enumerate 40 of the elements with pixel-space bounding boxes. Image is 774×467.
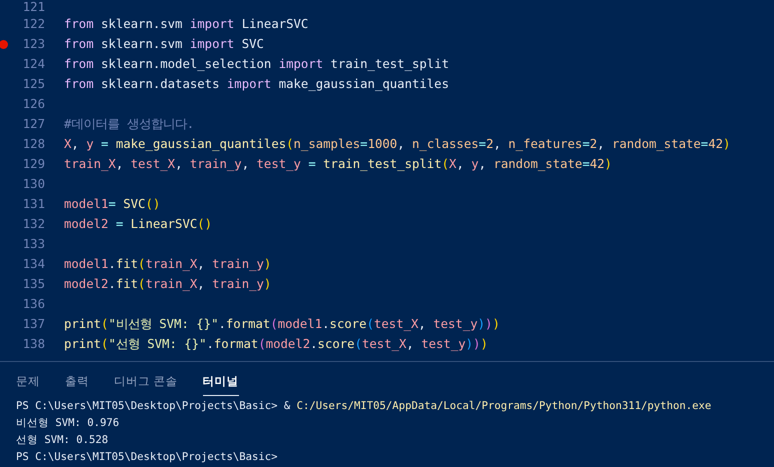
- line-number: 121: [22, 0, 46, 14]
- line-number: 137: [22, 317, 46, 331]
- code-line: #데이터를 생성합니다.: [63, 116, 194, 132]
- line-number: 125: [22, 77, 46, 91]
- line-number: 128: [22, 137, 46, 151]
- code-line: model1= SVC(): [63, 197, 160, 211]
- code-line: from sklearn.datasets import make_gaussian_quantiles: [63, 77, 449, 91]
- code-line: model1.fit(train_X, train_y): [63, 257, 272, 271]
- line-number: 135: [22, 277, 46, 291]
- code-line: train_X, test_X, train_y, test_y = train_test_split(X, y, random_state=42): [63, 157, 612, 171]
- panel-tab[interactable]: 문제: [16, 365, 40, 396]
- terminal-line: 선형 SVM: 0.528: [16, 434, 108, 446]
- terminal-line: PS C:\Users\MIT05\Desktop\Projects\Basic>: [16, 451, 278, 463]
- code-line: print("선형 SVM: {}".format(model2.score(test_X, test_y))): [63, 336, 488, 352]
- line-number: 126: [22, 97, 46, 111]
- code-line: print("비선형 SVM: {}".format(model1.score(test_X, test_y))): [63, 316, 500, 332]
- code-line: model2 = LinearSVC(): [63, 217, 212, 231]
- line-number: 123: [22, 37, 46, 51]
- line-number: 130: [22, 177, 46, 191]
- line-number: 122: [22, 17, 46, 31]
- panel-tab[interactable]: 터미널: [202, 365, 239, 396]
- terminal-line: 비선형 SVM: 0.976: [16, 417, 120, 429]
- line-number: 124: [22, 57, 46, 71]
- line-number: 127: [22, 117, 46, 131]
- panel-tab[interactable]: 디버그 콘솔: [114, 365, 178, 396]
- code-line: from sklearn.svm import SVC: [63, 37, 264, 51]
- terminal-line: PS C:\Users\MIT05\Desktop\Projects\Basic> & C:/Users/MIT05/AppData/Local/Programs/Python/Python311/python.exe: [16, 400, 712, 412]
- code-line: from sklearn.svm import LinearSVC: [63, 17, 308, 31]
- line-number: 131: [22, 197, 46, 211]
- code-line: model2.fit(train_X, train_y): [63, 277, 272, 291]
- breakpoint-icon[interactable]: [0, 40, 8, 48]
- line-number: 129: [22, 157, 46, 171]
- line-number: 134: [22, 257, 46, 271]
- line-number: 133: [22, 237, 46, 251]
- line-number: 138: [22, 337, 46, 351]
- code-line: from sklearn.model_selection import train_test_split: [63, 57, 449, 71]
- line-number: 132: [22, 217, 46, 231]
- code-line: X, y = make_gaussian_quantiles(n_samples=1000, n_classes=2, n_features=2, random_state=42): [63, 137, 730, 151]
- line-number: 136: [22, 297, 46, 311]
- panel-tab[interactable]: 출력: [65, 365, 89, 396]
